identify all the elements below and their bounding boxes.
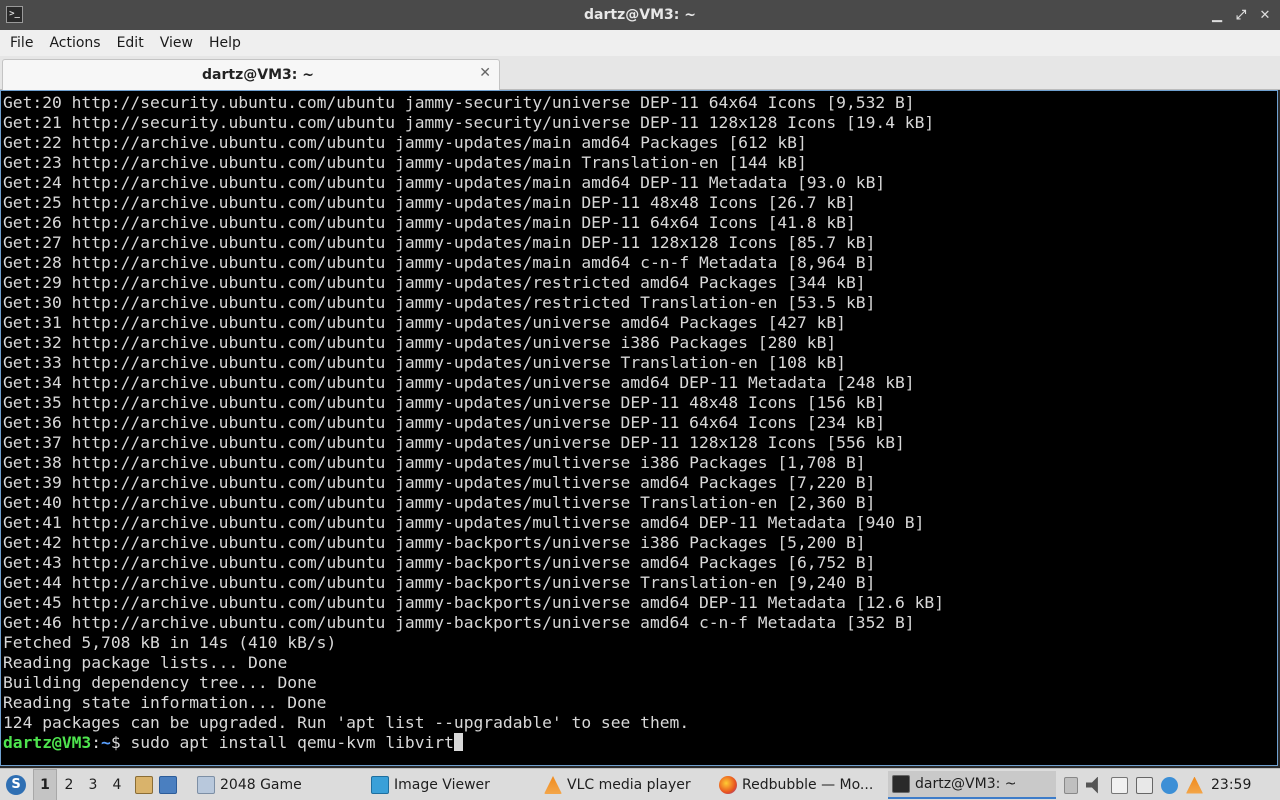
tab-bar: dartz@VM3: ~ ✕ <box>0 56 1280 90</box>
terminal-line: Get:27 http://archive.ubuntu.com/ubuntu … <box>3 233 876 252</box>
tab-terminal[interactable]: dartz@VM3: ~ ✕ <box>2 59 500 90</box>
terminal-line: 124 packages can be upgraded. Run 'apt l… <box>3 713 690 732</box>
terminal-line: Get:40 http://archive.ubuntu.com/ubuntu … <box>3 493 876 512</box>
text-cursor <box>453 733 463 751</box>
window-titlebar: >_ dartz@VM3: ~ ▁ ⤢ ✕ <box>0 0 1280 30</box>
terminal-line: Get:24 http://archive.ubuntu.com/ubuntu … <box>3 173 886 192</box>
terminal-line: Get:25 http://archive.ubuntu.com/ubuntu … <box>3 193 856 212</box>
clock[interactable]: 23:59 <box>1211 777 1251 793</box>
terminal-line: Get:44 http://archive.ubuntu.com/ubuntu … <box>3 573 876 592</box>
terminal-line: Get:30 http://archive.ubuntu.com/ubuntu … <box>3 293 876 312</box>
restore-button[interactable]: ⤢ <box>1234 8 1248 23</box>
menu-bar: File Actions Edit View Help <box>0 30 1280 56</box>
prompt-path: ~ <box>101 733 111 752</box>
image-viewer-icon <box>371 776 389 794</box>
terminal-line: Get:21 http://security.ubuntu.com/ubuntu… <box>3 113 935 132</box>
task-terminal[interactable]: dartz@VM3: ~ <box>888 771 1056 799</box>
menu-view[interactable]: View <box>152 30 201 56</box>
scroll-handle-icon[interactable] <box>1064 776 1078 794</box>
screen-icon[interactable] <box>1136 776 1153 794</box>
update-notifier-icon[interactable] <box>1161 776 1178 794</box>
vlc-icon <box>544 776 562 794</box>
workspace-3[interactable]: 3 <box>81 769 105 800</box>
minimize-button[interactable]: ▁ <box>1210 8 1224 23</box>
terminal-line: Get:36 http://archive.ubuntu.com/ubuntu … <box>3 413 886 432</box>
terminal-line: Get:45 http://archive.ubuntu.com/ubuntu … <box>3 593 945 612</box>
task-image-viewer[interactable]: Image Viewer <box>367 771 535 799</box>
workspace-switcher: 1 2 3 4 <box>33 769 129 800</box>
clipboard-icon[interactable] <box>1111 776 1128 794</box>
terminal-line: Get:39 http://archive.ubuntu.com/ubuntu … <box>3 473 876 492</box>
menu-help[interactable]: Help <box>201 30 249 56</box>
show-desktop-icon[interactable] <box>159 776 177 794</box>
terminal-line: Get:46 http://archive.ubuntu.com/ubuntu … <box>3 613 915 632</box>
menu-edit[interactable]: Edit <box>109 30 152 56</box>
close-button[interactable]: ✕ <box>1258 8 1272 23</box>
tab-label: dartz@VM3: ~ <box>202 67 314 83</box>
terminal-line: Get:20 http://security.ubuntu.com/ubuntu… <box>3 93 915 112</box>
terminal-prompt-line: dartz@VM3:~$ sudo apt install qemu-kvm l… <box>3 733 1277 753</box>
vlc-tray-icon[interactable] <box>1186 776 1203 794</box>
firefox-icon <box>719 776 737 794</box>
terminal-icon <box>892 775 910 793</box>
prompt-colon: : <box>91 733 102 752</box>
quick-launch <box>135 769 177 800</box>
task-label: Redbubble — Mo... <box>742 777 874 793</box>
terminal-line: Get:26 http://archive.ubuntu.com/ubuntu … <box>3 213 856 232</box>
terminal-line: Get:32 http://archive.ubuntu.com/ubuntu … <box>3 333 837 352</box>
workspace-4[interactable]: 4 <box>105 769 129 800</box>
terminal-line: Get:28 http://archive.ubuntu.com/ubuntu … <box>3 253 876 272</box>
terminal-line: Get:43 http://archive.ubuntu.com/ubuntu … <box>3 553 876 572</box>
terminal-line: Get:22 http://archive.ubuntu.com/ubuntu … <box>3 133 807 152</box>
task-label: 2048 Game <box>220 777 302 793</box>
start-menu-icon: S <box>6 775 26 795</box>
menu-file[interactable]: File <box>2 30 41 56</box>
task-label: VLC media player <box>567 777 691 793</box>
terminal-line: Get:31 http://archive.ubuntu.com/ubuntu … <box>3 313 846 332</box>
system-tray: 23:59 <box>1064 769 1251 800</box>
terminal-line: Building dependency tree... Done <box>3 673 317 692</box>
task-2048-game[interactable]: 2048 Game <box>193 771 363 799</box>
terminal-line: Get:37 http://archive.ubuntu.com/ubuntu … <box>3 433 905 452</box>
terminal-line: Get:38 http://archive.ubuntu.com/ubuntu … <box>3 453 866 472</box>
prompt-user-host: dartz@VM3 <box>3 733 92 752</box>
terminal-line: Get:33 http://archive.ubuntu.com/ubuntu … <box>3 353 846 372</box>
terminal-line: Get:29 http://archive.ubuntu.com/ubuntu … <box>3 273 866 292</box>
window-title: dartz@VM3: ~ <box>584 7 696 23</box>
terminal-output: Get:20 http://security.ubuntu.com/ubuntu… <box>3 93 1277 753</box>
task-firefox[interactable]: Redbubble — Mo... <box>715 771 883 799</box>
terminal-line: Reading state information... Done <box>3 693 327 712</box>
volume-icon[interactable] <box>1086 776 1098 794</box>
terminal-app-icon: >_ <box>6 6 23 23</box>
task-vlc[interactable]: VLC media player <box>540 771 710 799</box>
tab-close-icon[interactable]: ✕ <box>479 65 491 81</box>
command-input[interactable]: sudo apt install qemu-kvm libvirt <box>130 733 453 752</box>
task-label: Image Viewer <box>394 777 490 793</box>
window-controls: ▁ ⤢ ✕ <box>1210 0 1272 30</box>
task-label: dartz@VM3: ~ <box>915 776 1017 792</box>
prompt-symbol: $ <box>110 733 131 752</box>
terminal-line: Get:23 http://archive.ubuntu.com/ubuntu … <box>3 153 807 172</box>
file-manager-icon[interactable] <box>135 776 153 794</box>
terminal-line: Get:42 http://archive.ubuntu.com/ubuntu … <box>3 533 866 552</box>
workspace-2[interactable]: 2 <box>57 769 81 800</box>
window-icon <box>197 776 215 794</box>
workspace-1[interactable]: 1 <box>33 769 57 800</box>
menu-actions[interactable]: Actions <box>41 30 108 56</box>
terminal-line: Reading package lists... Done <box>3 653 288 672</box>
terminal-area[interactable]: Get:20 http://security.ubuntu.com/ubuntu… <box>0 90 1278 766</box>
terminal-line: Fetched 5,708 kB in 14s (410 kB/s) <box>3 633 337 652</box>
terminal-line: Get:34 http://archive.ubuntu.com/ubuntu … <box>3 373 915 392</box>
terminal-line: Get:35 http://archive.ubuntu.com/ubuntu … <box>3 393 886 412</box>
start-menu-button[interactable]: S <box>6 769 26 800</box>
terminal-line: Get:41 http://archive.ubuntu.com/ubuntu … <box>3 513 925 532</box>
taskbar: S 1 2 3 4 2048 Game Image Viewer VLC med… <box>0 768 1280 800</box>
